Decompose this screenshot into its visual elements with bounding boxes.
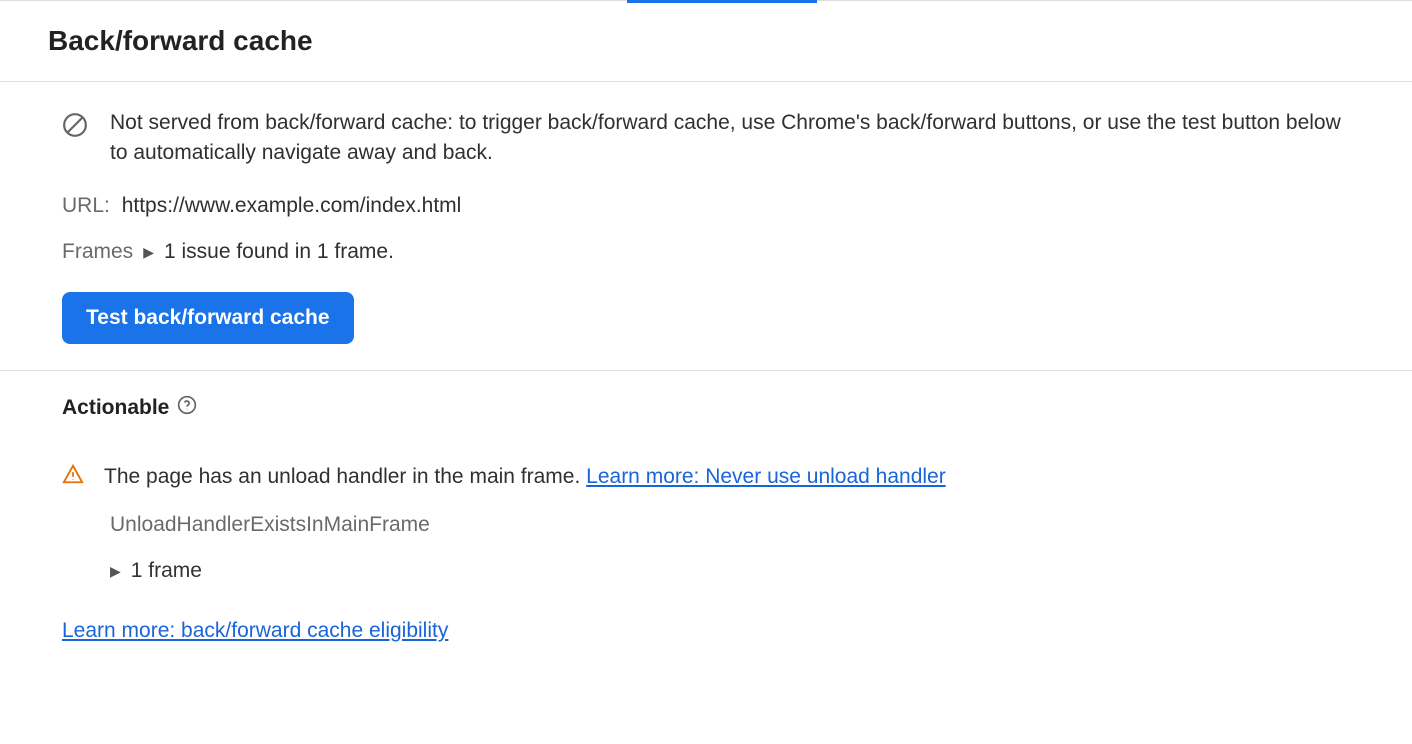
issue-learn-more-link[interactable]: Learn more: Never use unload handler — [586, 465, 946, 488]
actionable-heading: Actionable — [62, 395, 1350, 421]
frames-summary: 1 issue found in 1 frame. — [164, 240, 394, 264]
issue-reason-code: UnloadHandlerExistsInMainFrame — [110, 513, 1350, 537]
frames-label: Frames — [62, 240, 133, 264]
test-bfcache-button[interactable]: Test back/forward cache — [62, 292, 354, 344]
url-label: URL: — [62, 194, 110, 217]
not-allowed-icon — [62, 112, 88, 144]
issue-text: The page has an unload handler in the ma… — [104, 465, 586, 488]
issue-row: The page has an unload handler in the ma… — [62, 463, 1350, 491]
main-section: Not served from back/forward cache: to t… — [0, 82, 1412, 371]
help-icon[interactable] — [177, 395, 197, 421]
expand-triangle-icon[interactable]: ▶ — [143, 245, 154, 259]
info-row: Not served from back/forward cache: to t… — [62, 108, 1350, 168]
issue-frame-row[interactable]: ▶ 1 frame — [110, 559, 1350, 583]
actionable-section: Actionable The page has an unload handle… — [0, 371, 1412, 667]
footer-link-row: Learn more: back/forward cache eligibili… — [62, 619, 1350, 643]
issue-message: The page has an unload handler in the ma… — [104, 465, 946, 489]
info-message: Not served from back/forward cache: to t… — [110, 108, 1350, 168]
issue-frame-summary: 1 frame — [131, 559, 202, 583]
warning-icon — [62, 463, 84, 491]
actionable-label: Actionable — [62, 396, 169, 420]
active-tab-indicator — [627, 0, 817, 3]
title-bar: Back/forward cache — [0, 1, 1412, 82]
bfcache-eligibility-link[interactable]: Learn more: back/forward cache eligibili… — [62, 619, 448, 642]
url-row: URL: https://www.example.com/index.html — [62, 194, 1350, 218]
bfcache-panel: Back/forward cache Not served from back/… — [0, 0, 1412, 667]
expand-triangle-icon[interactable]: ▶ — [110, 564, 121, 578]
frames-row[interactable]: Frames ▶ 1 issue found in 1 frame. — [62, 240, 1350, 264]
url-value: https://www.example.com/index.html — [122, 194, 462, 217]
page-title: Back/forward cache — [48, 25, 1364, 57]
